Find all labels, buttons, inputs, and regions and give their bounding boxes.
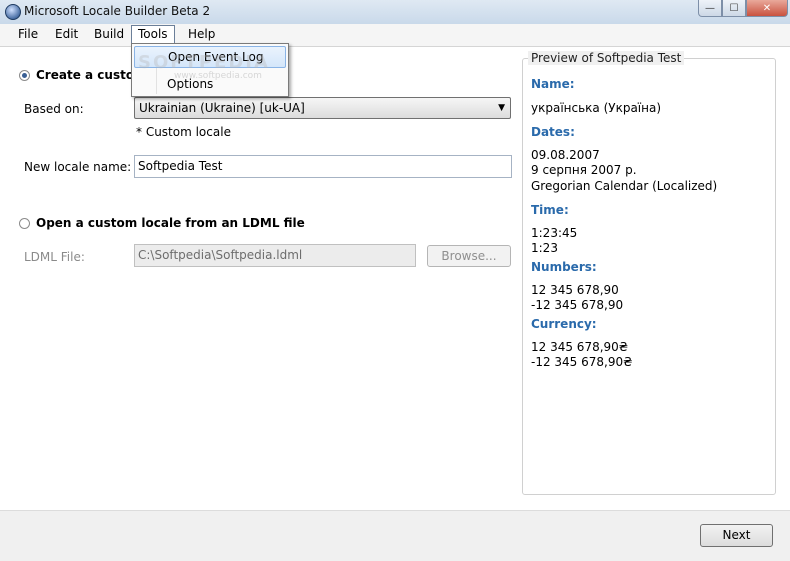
- open-ldml-radio[interactable]: [19, 218, 30, 229]
- preview-calendar: Gregorian Calendar (Localized): [531, 179, 718, 193]
- custom-locale-note: * Custom locale: [136, 125, 231, 139]
- browse-button[interactable]: Browse...: [427, 245, 511, 267]
- preview-number-positive: 12 345 678,90: [531, 283, 619, 297]
- ldml-file-label: LDML File:: [24, 250, 85, 264]
- preview-date-short: 09.08.2007: [531, 148, 600, 162]
- title-bar: Microsoft Locale Builder Beta 2 — ☐ ✕: [0, 0, 790, 25]
- based-on-value: Ukrainian (Ukraine) [uk-UA]: [139, 101, 305, 115]
- app-globe-icon: [5, 4, 21, 20]
- maximize-button[interactable]: ☐: [722, 0, 746, 17]
- preview-currency-positive: 12 345 678,90₴: [531, 340, 629, 354]
- menu-item-open-event-log[interactable]: Open Event Log: [134, 46, 286, 68]
- window-controls: — ☐ ✕: [698, 0, 788, 17]
- preview-panel: [522, 58, 776, 495]
- menu-file[interactable]: File: [15, 27, 41, 41]
- window-title: Microsoft Locale Builder Beta 2: [24, 4, 211, 18]
- tools-dropdown-menu: Open Event Log Options: [131, 43, 289, 97]
- preview-title: Preview of Softpedia Test: [528, 51, 685, 65]
- preview-name-value: українська (Україна): [531, 101, 662, 115]
- new-locale-name-label: New locale name:: [24, 160, 132, 174]
- close-button[interactable]: ✕: [746, 0, 788, 17]
- preview-numbers-heading: Numbers:: [531, 260, 597, 274]
- create-custom-label[interactable]: Create a custom: [36, 68, 147, 82]
- next-button[interactable]: Next: [700, 524, 773, 547]
- preview-date-long: 9 серпня 2007 р.: [531, 163, 637, 177]
- preview-number-negative: -12 345 678,90: [531, 298, 624, 312]
- preview-time-long: 1:23:45: [531, 226, 578, 240]
- menu-build[interactable]: Build: [91, 27, 127, 41]
- create-custom-radio[interactable]: [19, 70, 30, 81]
- new-locale-name-input[interactable]: Softpedia Test: [134, 155, 512, 178]
- menu-help[interactable]: Help: [185, 27, 218, 41]
- chevron-down-icon: ▼: [498, 103, 505, 113]
- preview-currency-heading: Currency:: [531, 317, 597, 331]
- minimize-button[interactable]: —: [698, 0, 722, 17]
- menu-tools[interactable]: Tools: [131, 25, 175, 43]
- preview-currency-negative: -12 345 678,90₴: [531, 355, 633, 369]
- preview-name-heading: Name:: [531, 77, 575, 91]
- based-on-select[interactable]: Ukrainian (Ukraine) [uk-UA] ▼: [134, 97, 511, 119]
- menu-edit[interactable]: Edit: [52, 27, 81, 41]
- open-ldml-label[interactable]: Open a custom locale from an LDML file: [36, 216, 305, 230]
- menu-bar: File Edit Build Tools Help: [0, 24, 790, 47]
- preview-time-heading: Time:: [531, 203, 569, 217]
- preview-dates-heading: Dates:: [531, 125, 575, 139]
- footer-bar: Next: [0, 510, 790, 561]
- watermark-url: www.softpedia.com: [174, 71, 262, 81]
- preview-time-short: 1:23: [531, 241, 558, 255]
- ldml-file-input[interactable]: C:\Softpedia\Softpedia.ldml: [134, 244, 416, 267]
- based-on-label: Based on:: [24, 102, 84, 116]
